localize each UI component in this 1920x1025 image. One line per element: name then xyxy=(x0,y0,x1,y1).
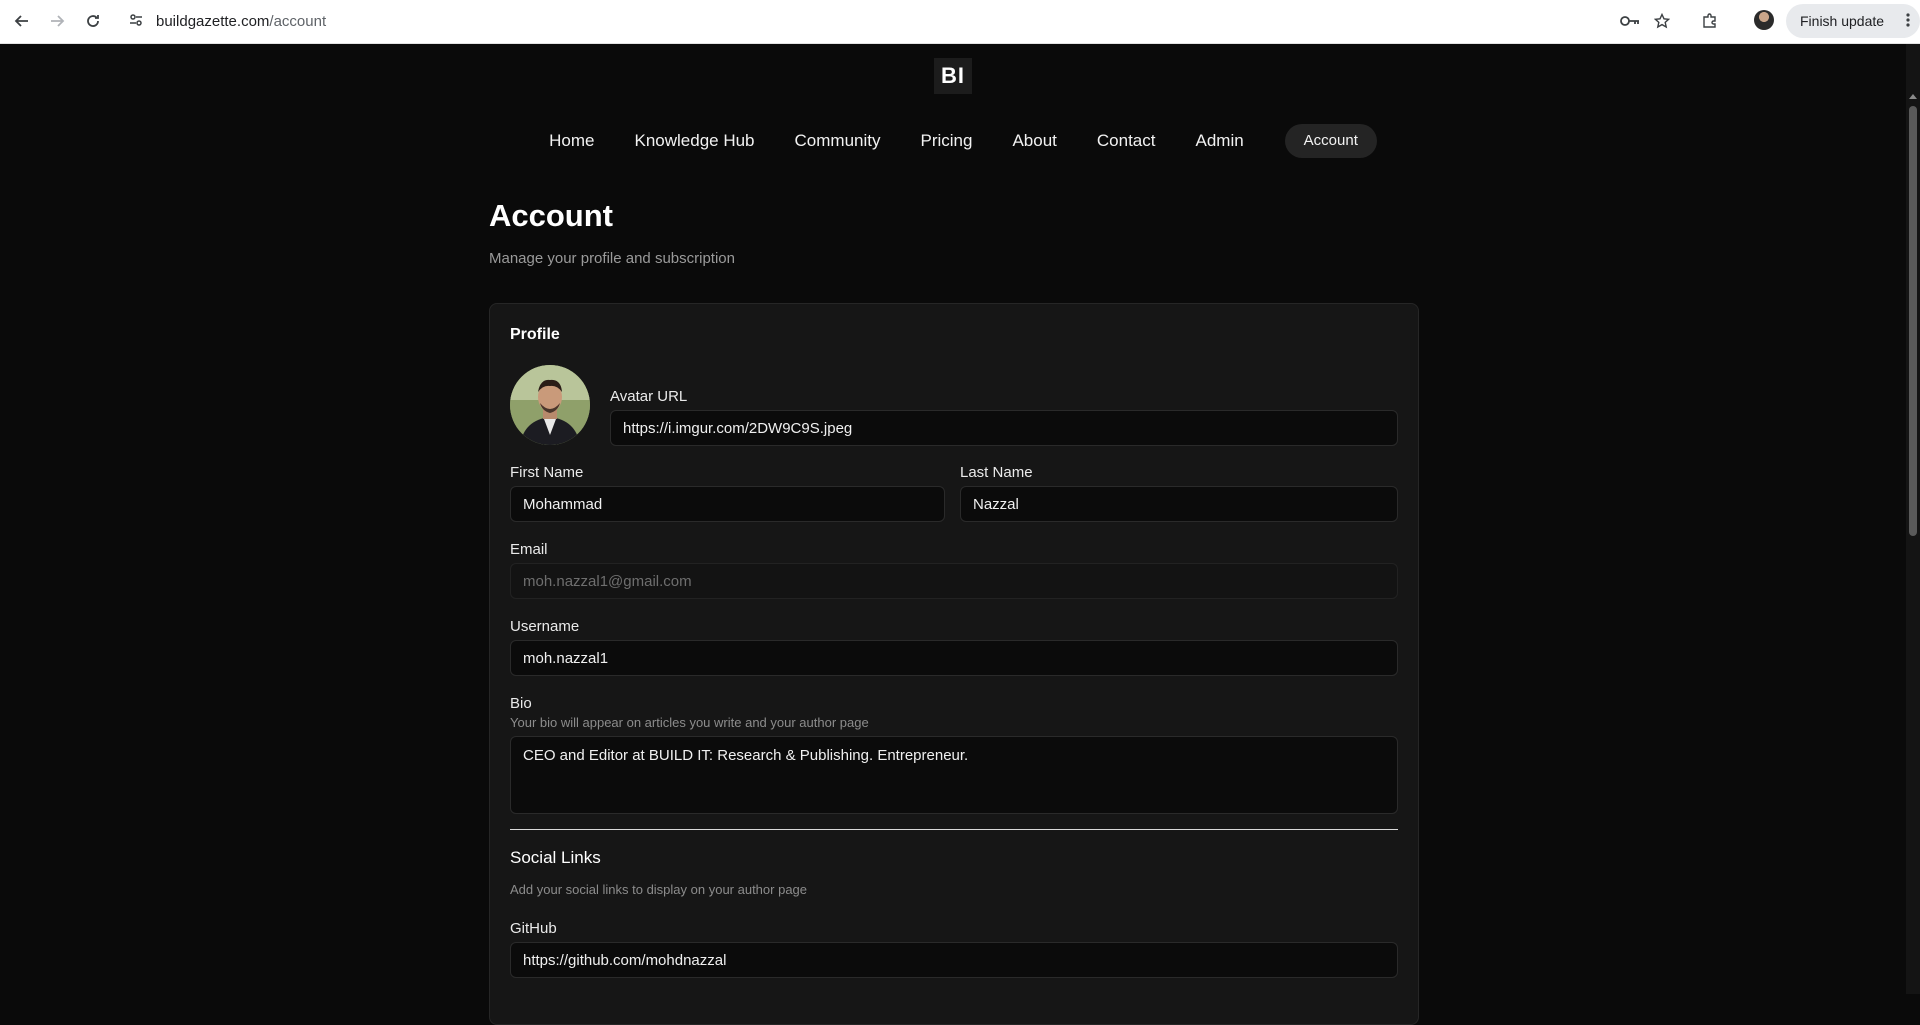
avatar-image xyxy=(510,365,590,445)
site-logo[interactable]: BI xyxy=(934,58,972,94)
address-bar[interactable]: buildgazette.com/account xyxy=(126,6,1666,36)
bio-hint: Your bio will appear on articles you wri… xyxy=(510,715,869,730)
last-name-input[interactable] xyxy=(960,486,1398,522)
bookmark-star-icon[interactable] xyxy=(1649,8,1675,34)
browser-toolbar: buildgazette.com/account Finish update xyxy=(0,0,1920,44)
extensions-icon[interactable] xyxy=(1697,8,1723,34)
social-links-title: Social Links xyxy=(510,848,601,867)
page-subtitle: Manage your profile and subscription xyxy=(489,250,735,267)
username-label: Username xyxy=(510,618,580,635)
nav-community[interactable]: Community xyxy=(775,124,901,158)
nav-about[interactable]: About xyxy=(992,124,1076,158)
github-input[interactable] xyxy=(510,942,1398,978)
profile-card: Profile Avatar URL First Name Last Name … xyxy=(489,303,1419,1025)
first-name-input[interactable] xyxy=(510,486,945,522)
bio-label: Bio xyxy=(510,695,532,712)
scroll-thumb[interactable] xyxy=(1909,106,1917,536)
password-key-icon[interactable] xyxy=(1617,8,1643,34)
profile-avatar-icon[interactable] xyxy=(1754,10,1774,30)
profile-section-title: Profile xyxy=(510,326,560,343)
url-text: buildgazette.com/account xyxy=(156,12,327,30)
finish-update-button[interactable]: Finish update xyxy=(1786,4,1920,38)
forward-icon[interactable] xyxy=(44,8,70,34)
main-nav: Home Knowledge Hub Community Pricing Abo… xyxy=(0,124,1906,158)
nav-contact[interactable]: Contact xyxy=(1077,124,1176,158)
avatar-url-input[interactable] xyxy=(610,410,1398,446)
scroll-up-arrow-icon[interactable] xyxy=(1909,94,1917,99)
back-icon[interactable] xyxy=(9,8,35,34)
nav-pricing[interactable]: Pricing xyxy=(900,124,992,158)
avatar-url-label: Avatar URL xyxy=(610,388,688,405)
more-menu-icon xyxy=(1906,13,1910,27)
page-title: Account xyxy=(489,198,613,233)
reload-icon[interactable] xyxy=(80,8,106,34)
nav-home[interactable]: Home xyxy=(529,124,614,158)
social-links-hint: Add your social links to display on your… xyxy=(510,882,808,897)
email-input xyxy=(510,563,1398,599)
section-divider xyxy=(510,829,1398,830)
bio-textarea[interactable]: CEO and Editor at BUILD IT: Research & P… xyxy=(510,736,1398,814)
page-scrollbar[interactable] xyxy=(1906,44,1920,994)
finish-update-label: Finish update xyxy=(1800,13,1885,29)
nav-knowledge-hub[interactable]: Knowledge Hub xyxy=(614,124,774,158)
username-input[interactable] xyxy=(510,640,1398,676)
first-name-label: First Name xyxy=(510,464,584,481)
nav-admin[interactable]: Admin xyxy=(1175,124,1263,158)
github-label: GitHub xyxy=(510,920,557,937)
nav-account[interactable]: Account xyxy=(1284,124,1377,158)
email-label: Email xyxy=(510,541,548,558)
last-name-label: Last Name xyxy=(960,464,1033,481)
